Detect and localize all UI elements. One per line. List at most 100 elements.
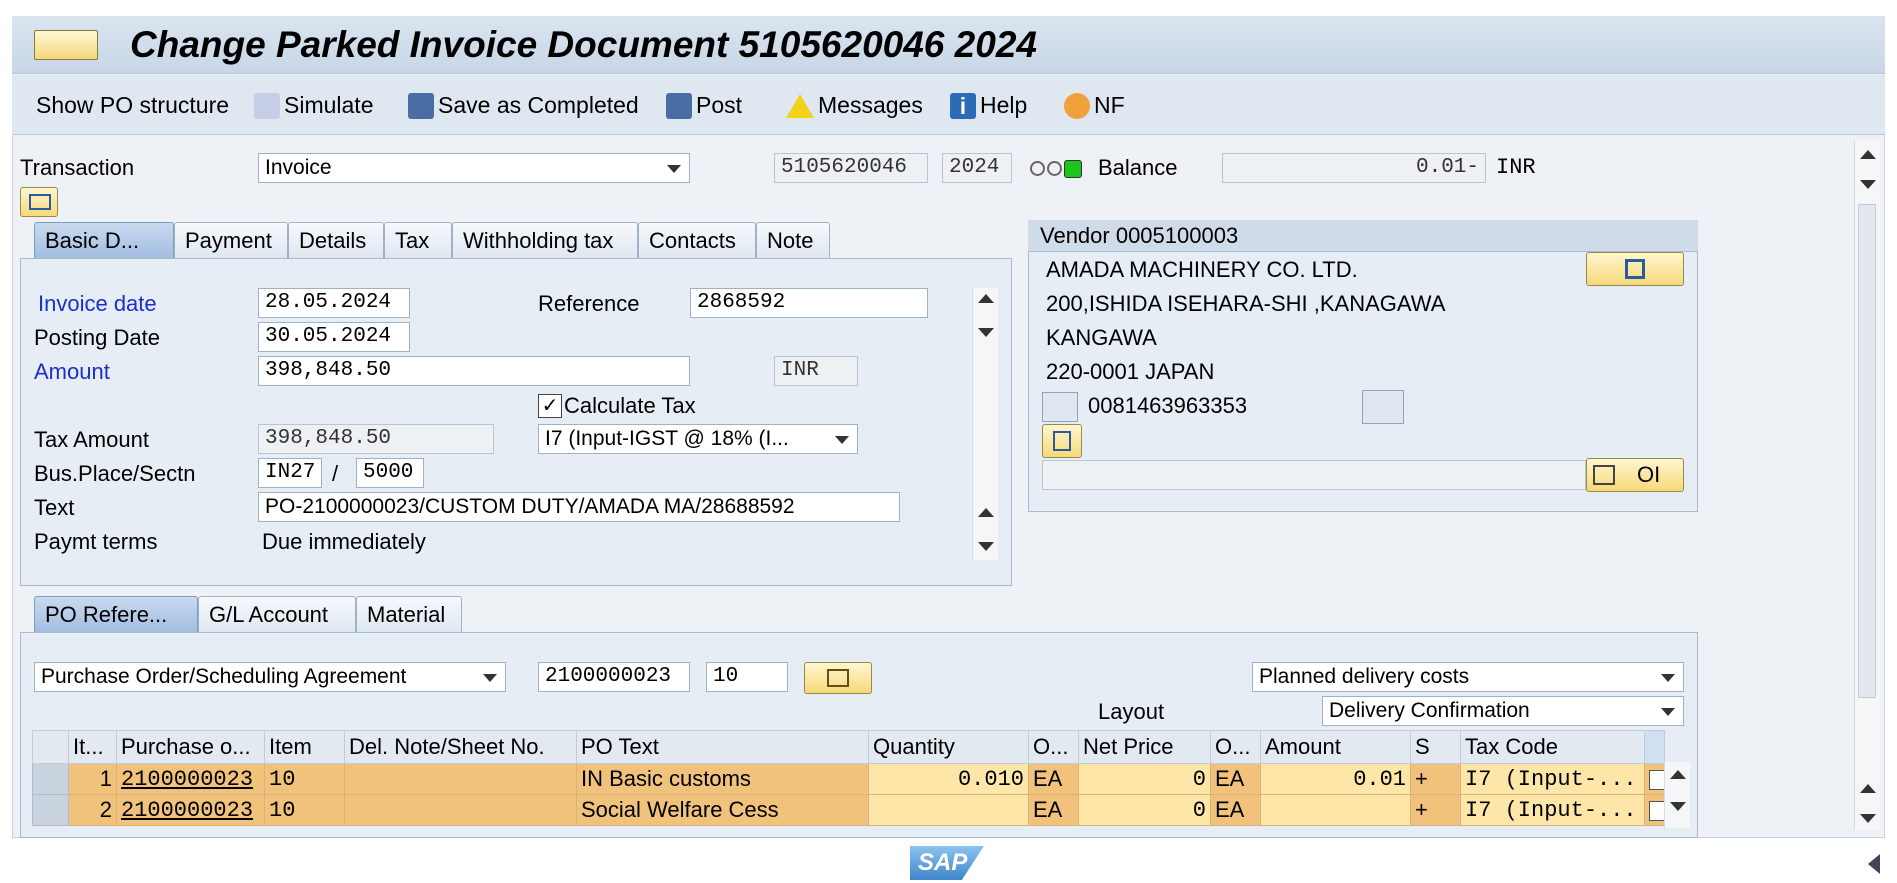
reference-field[interactable]: 2868592 — [690, 288, 928, 318]
status-light-icon — [1030, 160, 1082, 178]
column-header[interactable]: O... — [1210, 730, 1261, 764]
tab-payment[interactable]: Payment — [174, 222, 288, 260]
row-checkbox-cell[interactable] — [1644, 794, 1665, 826]
row-selector-header[interactable] — [32, 730, 69, 764]
print-button[interactable] — [1042, 424, 1082, 458]
chevron-down-icon — [667, 165, 681, 173]
column-header[interactable]: S — [1410, 730, 1461, 764]
tab-details[interactable]: Details — [288, 222, 384, 260]
invoice-date-label: Invoice date — [38, 291, 157, 316]
vendor-address-button[interactable] — [1586, 252, 1684, 286]
column-header[interactable]: Tax Code — [1460, 730, 1645, 764]
nf-button[interactable]: NF — [1064, 92, 1125, 119]
transfer-icon — [827, 669, 849, 687]
page-title: Change Parked Invoice Document 510562004… — [130, 24, 1037, 65]
column-header[interactable]: Purchase o... — [116, 730, 265, 764]
section-field[interactable]: 5000 — [356, 458, 424, 488]
scroll-up-icon — [1860, 784, 1876, 793]
table-cell[interactable]: 0 — [1078, 763, 1211, 795]
scroll-down-icon — [978, 328, 994, 337]
po-number-field[interactable]: 2100000023 — [538, 662, 690, 692]
table-cell: 10 — [264, 763, 345, 795]
tax-code-cell[interactable]: I7 (Input-... — [1460, 763, 1645, 795]
column-header[interactable]: It... — [68, 730, 117, 764]
row-checkbox[interactable] — [1649, 801, 1664, 822]
table-cell[interactable]: IN Basic customs — [576, 763, 869, 795]
po-link[interactable]: 2100000023 — [116, 794, 265, 826]
reference-type-select[interactable]: Purchase Order/Scheduling Agreement — [34, 662, 506, 692]
tab-contacts[interactable]: Contacts — [638, 222, 756, 260]
tax-code-select[interactable]: I7 (Input-IGST @ 18% (I... — [538, 424, 858, 454]
transfer-po-button[interactable] — [804, 662, 872, 694]
help-button[interactable]: i Help — [950, 92, 1027, 119]
table-cell[interactable] — [344, 794, 577, 826]
invoice-date-field[interactable]: 28.05.2024 — [258, 288, 410, 318]
table-cell[interactable] — [868, 794, 1029, 826]
table-cell[interactable]: 0.010 — [868, 763, 1029, 795]
layout-select[interactable]: Delivery Confirmation — [1322, 696, 1684, 726]
scroll-up-icon — [1670, 770, 1686, 779]
table-row[interactable]: 2 2100000023 10 Social Welfare Cess EA 0… — [32, 794, 1665, 826]
status-expand-icon[interactable] — [1868, 854, 1880, 874]
save-completed-button[interactable]: Save as Completed — [408, 92, 639, 119]
main-scrollbar[interactable] — [1854, 140, 1880, 830]
tab-basic-data[interactable]: Basic D... — [34, 222, 174, 260]
column-header[interactable]: Item — [264, 730, 345, 764]
scroll-thumb[interactable] — [1858, 204, 1876, 698]
calculate-tax-checkbox[interactable]: ✓ — [538, 394, 562, 418]
row-selector[interactable] — [32, 763, 69, 795]
balance-currency: INR — [1496, 155, 1536, 180]
po-link[interactable]: 2100000023 — [116, 763, 265, 795]
tab-material[interactable]: Material — [356, 596, 462, 634]
scroll-down-icon — [1860, 180, 1876, 189]
column-header[interactable]: Del. Note/Sheet No. — [344, 730, 577, 764]
simulate-button[interactable]: Simulate — [254, 92, 373, 119]
table-cell[interactable]: 0 — [1078, 794, 1211, 826]
telephone-icon[interactable] — [1362, 390, 1404, 424]
table-cell[interactable]: 0.01 — [1260, 763, 1411, 795]
post-icon — [666, 92, 692, 119]
column-header[interactable]: O... — [1028, 730, 1079, 764]
tab-gl-account[interactable]: G/L Account — [198, 596, 356, 634]
tab-withholding-tax[interactable]: Withholding tax — [452, 222, 638, 260]
basic-scrollbar[interactable] — [972, 288, 998, 560]
amount-field[interactable]: 398,848.50 — [258, 356, 690, 386]
post-button[interactable]: Post — [666, 92, 742, 119]
column-header[interactable]: PO Text — [576, 730, 869, 764]
table-cell[interactable] — [344, 763, 577, 795]
address-icon — [1625, 259, 1645, 279]
row-checkbox-cell[interactable] — [1644, 763, 1665, 795]
tax-code-cell[interactable]: I7 (Input-... — [1460, 794, 1645, 826]
tab-tax[interactable]: Tax — [384, 222, 452, 260]
vendor-search-field — [1042, 460, 1586, 490]
vendor-address-line2: KANGAWA — [1046, 325, 1157, 350]
info-icon: i — [950, 92, 976, 119]
row-checkbox[interactable] — [1649, 770, 1664, 791]
table-cell[interactable] — [1260, 794, 1411, 826]
warning-icon — [786, 93, 814, 118]
po-item-field[interactable]: 10 — [706, 662, 788, 692]
posting-date-field[interactable]: 30.05.2024 — [258, 322, 410, 352]
column-header[interactable]: Quantity — [868, 730, 1029, 764]
column-header[interactable]: Amount — [1260, 730, 1411, 764]
tax-amount-field: 398,848.50 — [258, 424, 494, 454]
tree-toggle-button[interactable] — [20, 187, 58, 217]
row-selector[interactable] — [32, 794, 69, 826]
table-row[interactable]: 1 2100000023 10 IN Basic customs 0.010 E… — [32, 763, 1665, 795]
business-place-field[interactable]: IN27 — [258, 458, 322, 488]
phone-book-icon[interactable] — [1042, 392, 1078, 422]
messages-button[interactable]: Messages — [786, 92, 923, 119]
column-header[interactable]: Net Price — [1078, 730, 1211, 764]
tab-note[interactable]: Note — [756, 222, 830, 260]
delivery-costs-select[interactable]: Planned delivery costs — [1252, 662, 1684, 692]
transaction-select[interactable]: Invoice — [258, 153, 690, 183]
table-cell[interactable]: Social Welfare Cess — [576, 794, 869, 826]
table-scrollbar[interactable] — [1664, 762, 1690, 828]
tab-po-reference[interactable]: PO Refere... — [34, 596, 198, 634]
oi-button[interactable]: OI — [1586, 458, 1684, 492]
system-menu-button[interactable] — [34, 30, 98, 60]
show-po-structure-button[interactable]: Show PO structure — [36, 92, 229, 119]
text-field[interactable]: PO-2100000023/CUSTOM DUTY/AMADA MA/28688… — [258, 492, 900, 522]
select-all-icon[interactable] — [1644, 730, 1665, 764]
print-icon — [1053, 431, 1071, 451]
